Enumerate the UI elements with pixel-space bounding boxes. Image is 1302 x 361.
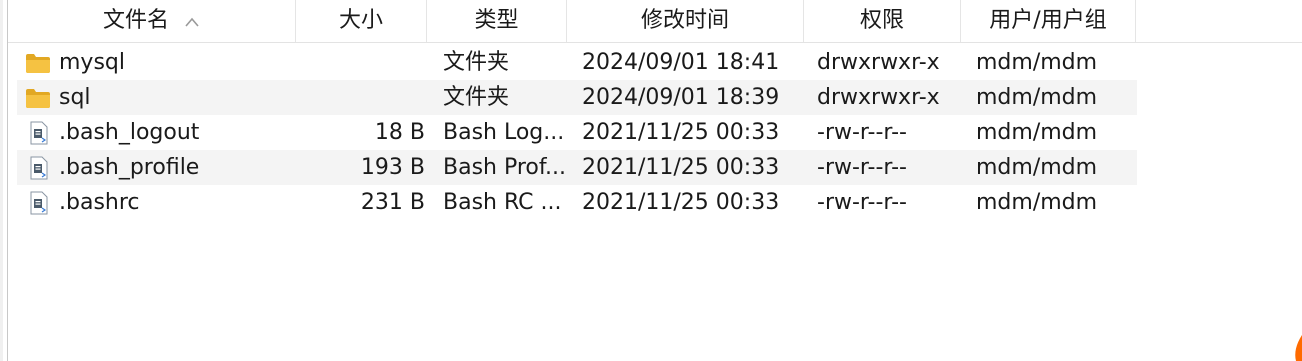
file-name: .bashrc — [59, 190, 140, 215]
file-type: 文件夹 — [443, 85, 510, 110]
column-header-modified-label: 修改时间 — [640, 8, 729, 33]
folder-icon — [25, 80, 53, 115]
file-name: .bash_profile — [59, 155, 200, 180]
folder-icon — [25, 45, 53, 80]
file-name: mysql — [59, 50, 125, 75]
file-list: mysql 文件夹 2024/09/01 18:41 drwxrwxr-x md… — [17, 45, 1137, 220]
column-header-owner-label: 用户/用户组 — [989, 8, 1107, 33]
file-owner: mdm/mdm — [976, 190, 1098, 215]
column-header-permissions-label: 权限 — [859, 8, 904, 33]
column-header-name[interactable]: 文件名 — [8, 0, 296, 42]
column-header-type[interactable]: 类型 — [427, 0, 567, 42]
file-permissions: -rw-r--r-- — [817, 155, 907, 180]
file-permissions: drwxrwxr-x — [817, 50, 940, 75]
file-size — [297, 45, 425, 80]
corner-accent-mark — [1295, 335, 1302, 361]
file-size: 231 B — [360, 190, 425, 215]
file-name: .bash_logout — [59, 120, 200, 145]
file-permissions: drwxrwxr-x — [817, 85, 940, 110]
file-list-header: 文件名 大小 类型 修改时间 权限 用户/用户组 — [8, 0, 1302, 43]
column-header-owner[interactable]: 用户/用户组 — [961, 0, 1136, 42]
file-modified: 2021/11/25 00:33 — [582, 190, 780, 215]
file-size: 18 B — [374, 120, 425, 145]
sort-up-chevron-icon — [184, 0, 200, 42]
script-file-icon — [25, 115, 53, 150]
file-type: Bash Prof... — [443, 155, 566, 180]
column-header-size[interactable]: 大小 — [296, 0, 427, 42]
file-type: Bash Log... — [443, 120, 565, 145]
file-owner: mdm/mdm — [976, 155, 1098, 180]
script-file-icon — [25, 185, 53, 220]
file-owner: mdm/mdm — [976, 85, 1098, 110]
file-size — [297, 80, 425, 115]
file-type: 文件夹 — [443, 50, 510, 75]
file-size: 193 B — [360, 155, 425, 180]
script-file-icon — [25, 150, 53, 185]
file-name: sql — [59, 85, 91, 110]
column-header-permissions[interactable]: 权限 — [804, 0, 961, 42]
pane-left-border — [0, 0, 8, 361]
file-modified: 2024/09/01 18:39 — [582, 85, 780, 110]
column-header-size-label: 大小 — [338, 8, 383, 33]
file-row[interactable]: .bashrc 231 B Bash RC ... 2021/11/25 00:… — [17, 185, 1137, 220]
file-modified: 2024/09/01 18:41 — [582, 50, 780, 75]
file-type: Bash RC ... — [443, 190, 562, 215]
file-row[interactable]: mysql 文件夹 2024/09/01 18:41 drwxrwxr-x md… — [17, 45, 1137, 80]
column-header-name-label: 文件名 — [102, 8, 169, 33]
file-modified: 2021/11/25 00:33 — [582, 155, 780, 180]
file-permissions: -rw-r--r-- — [817, 120, 907, 145]
file-owner: mdm/mdm — [976, 120, 1098, 145]
column-header-type-label: 类型 — [474, 8, 519, 33]
file-permissions: -rw-r--r-- — [817, 190, 907, 215]
file-modified: 2021/11/25 00:33 — [582, 120, 780, 145]
column-header-modified[interactable]: 修改时间 — [567, 0, 804, 42]
file-owner: mdm/mdm — [976, 50, 1098, 75]
file-row[interactable]: sql 文件夹 2024/09/01 18:39 drwxrwxr-x mdm/… — [17, 80, 1137, 115]
file-row[interactable]: .bash_logout 18 B Bash Log... 2021/11/25… — [17, 115, 1137, 150]
file-row[interactable]: .bash_profile 193 B Bash Prof... 2021/11… — [17, 150, 1137, 185]
